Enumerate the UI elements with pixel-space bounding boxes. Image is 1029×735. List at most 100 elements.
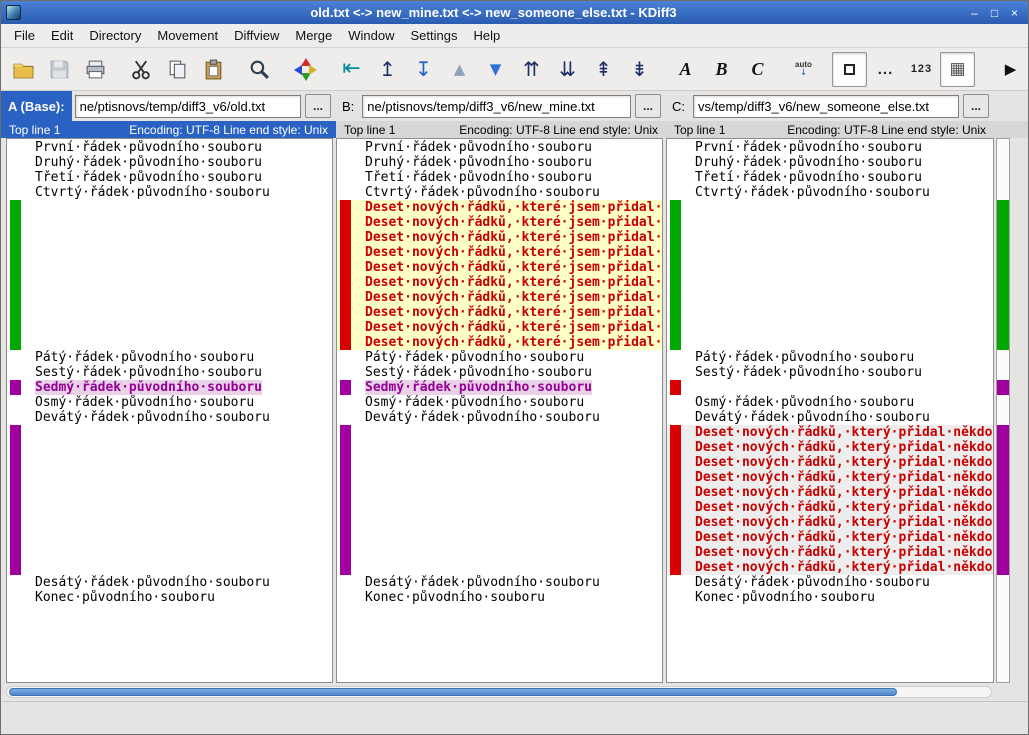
code-line[interactable] [7,215,332,230]
code-line[interactable]: Deset·nových·řádků,·které·jsem·přidal· [337,215,662,230]
code-line[interactable]: Devátý·řádek·původního·souboru [667,410,993,425]
code-line[interactable]: Druhý·řádek·původního·souboru [337,155,662,170]
code-line[interactable]: První·řádek·původního·souboru [337,140,662,155]
code-line[interactable]: Třetí·řádek·původního·souboru [667,170,993,185]
code-line[interactable]: Devátý·řádek·původního·souboru [7,410,332,425]
code-line[interactable] [7,545,332,560]
code-line[interactable]: Deset·nových·řádků,·které·jsem·přidal· [337,275,662,290]
paste-button[interactable] [196,52,231,87]
auto-advance-button[interactable]: auto↓ [786,52,821,87]
code-line[interactable]: Šestý·řádek·původního·souboru [337,365,662,380]
code-line[interactable] [7,275,332,290]
code-line[interactable]: Konec·původního·souboru [7,590,332,605]
prev-unsolved-conflict-button[interactable]: ⇞ [586,52,621,87]
diff-overview-column[interactable] [996,138,1010,683]
code-line[interactable] [337,425,662,440]
menu-item-settings[interactable]: Settings [402,25,465,46]
menu-item-merge[interactable]: Merge [287,25,340,46]
menu-item-file[interactable]: File [6,25,43,46]
code-line[interactable] [7,320,332,335]
code-line[interactable] [337,560,662,575]
code-line[interactable] [7,500,332,515]
code-line[interactable]: Čtvrtý·řádek·původního·souboru [667,185,993,200]
code-line[interactable] [7,515,332,530]
code-line[interactable]: Sedmý·řádek·původního·souboru [7,380,332,395]
horizontal-scrollbar-thumb[interactable] [9,688,897,696]
code-line[interactable] [667,305,993,320]
code-line[interactable]: Druhý·řádek·původního·souboru [7,155,332,170]
code-line[interactable] [7,260,332,275]
menu-item-directory[interactable]: Directory [81,25,149,46]
browse-button-b[interactable]: ... [635,94,661,118]
code-line[interactable] [7,335,332,350]
code-line[interactable] [337,500,662,515]
code-line[interactable]: Sedmý·řádek·původního·souboru [337,380,662,395]
code-line[interactable] [7,290,332,305]
code-line[interactable]: Čtvrtý·řádek·původního·souboru [337,185,662,200]
code-line[interactable] [7,440,332,455]
code-line[interactable]: Devátý·řádek·původního·souboru [337,410,662,425]
code-line[interactable]: Čtvrtý·řádek·původního·souboru [7,185,332,200]
code-line[interactable]: Konec·původního·souboru [337,590,662,605]
goto-prev-delta-button[interactable]: ↥ [370,52,405,87]
cut-button[interactable] [124,52,159,87]
menu-item-movement[interactable]: Movement [149,25,226,46]
code-line[interactable]: Šestý·řádek·původního·souboru [7,365,332,380]
select-line-b-button[interactable]: B [704,52,739,87]
code-line[interactable]: Deset·nových·řádků,·které·jsem·přidal· [337,245,662,260]
diff-pane-a[interactable]: První·řádek·původního·souboruDruhý·řádek… [6,138,333,683]
prev-diff-button[interactable]: ▲ [442,52,477,87]
code-line[interactable]: Deset·nových·řádků,·který·přidal·někdo [667,500,993,515]
code-line[interactable] [7,485,332,500]
code-line[interactable]: Konec·původního·souboru [667,590,993,605]
select-line-c-button[interactable]: C [740,52,775,87]
close-button[interactable]: × [1006,5,1023,21]
code-line[interactable]: Osmý·řádek·původního·souboru [337,395,662,410]
code-line[interactable] [667,380,993,395]
prev-conflict-button[interactable]: ⇈ [514,52,549,87]
code-line[interactable]: Desátý·řádek·původního·souboru [667,575,993,590]
next-conflict-button[interactable]: ⇊ [550,52,585,87]
code-line[interactable]: Deset·nových·řádků,·který·přidal·někdo [667,545,993,560]
code-line[interactable] [667,215,993,230]
code-line[interactable] [667,275,993,290]
code-line[interactable]: Třetí·řádek·původního·souboru [7,170,332,185]
browse-button-a[interactable]: ... [305,94,331,118]
file-path-input-b[interactable] [362,95,631,118]
save-button[interactable] [42,52,77,87]
code-line[interactable]: Deset·nových·řádků,·který·přidal·někdo [667,515,993,530]
code-line[interactable] [7,245,332,260]
code-line[interactable] [667,290,993,305]
minimize-button[interactable]: – [966,5,983,21]
show-line-numbers-button[interactable]: 123 [904,52,939,87]
browse-button-c[interactable]: ... [963,94,989,118]
code-line[interactable]: Deset·nových·řádků,·který·přidal·někdo [667,470,993,485]
code-line[interactable] [7,200,332,215]
code-line[interactable] [667,320,993,335]
code-line[interactable] [7,425,332,440]
code-line[interactable] [337,515,662,530]
code-line[interactable] [667,200,993,215]
diff-pane-b[interactable]: První·řádek·původního·souboruDruhý·řádek… [336,138,663,683]
code-line[interactable]: Pátý·řádek·původního·souboru [337,350,662,365]
title-bar[interactable]: old.txt <-> new_mine.txt <-> new_someone… [1,1,1028,24]
code-line[interactable]: První·řádek·původního·souboru [7,140,332,155]
show-whitespace-button[interactable]: ... [868,52,903,87]
code-line[interactable] [667,335,993,350]
file-path-input-c[interactable] [693,95,959,118]
code-line[interactable] [7,305,332,320]
code-line[interactable]: Deset·nových·řádků,·který·přidal·někdo [667,560,993,575]
menu-item-edit[interactable]: Edit [43,25,81,46]
code-line[interactable] [7,470,332,485]
code-line[interactable] [337,455,662,470]
code-line[interactable]: Deset·nových·řádků,·které·jsem·přidal· [337,305,662,320]
code-line[interactable]: Pátý·řádek·původního·souboru [667,350,993,365]
code-line[interactable]: Deset·nových·řádků,·který·přidal·někdo [667,440,993,455]
menu-item-help[interactable]: Help [465,25,508,46]
horizontal-scrollbar[interactable] [6,686,992,698]
code-line[interactable]: Deset·nových·řádků,·které·jsem·přidal· [337,320,662,335]
file-path-input-a[interactable] [75,95,301,118]
next-diff-button[interactable]: ▼ [478,52,513,87]
code-line[interactable]: Šestý·řádek·původního·souboru [667,365,993,380]
code-line[interactable]: Deset·nových·řádků,·který·přidal·někdo [667,530,993,545]
